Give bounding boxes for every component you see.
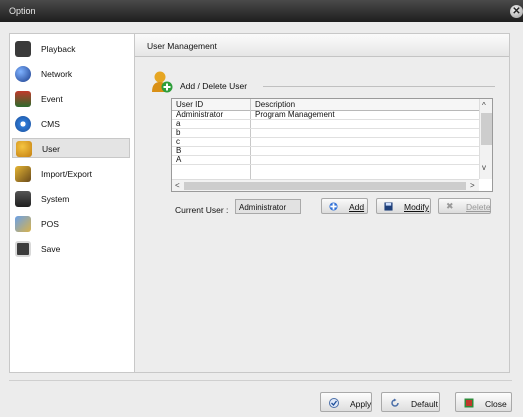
apply-button[interactable]: Apply	[320, 392, 372, 412]
cell-user-id: b	[176, 128, 181, 137]
add-button[interactable]: Add	[321, 198, 368, 214]
window-title: Option	[9, 6, 36, 16]
event-icon	[15, 91, 31, 107]
close-button[interactable]: Close	[455, 392, 512, 412]
horizontal-scrollbar[interactable]: < >	[172, 179, 479, 191]
sidebar: Playback Network Event CMS User Import/E…	[9, 33, 135, 373]
scroll-thumb[interactable]	[481, 113, 492, 145]
sidebar-item-network[interactable]: Network	[12, 64, 130, 84]
current-user-field: Administrator	[235, 199, 301, 214]
sidebar-item-cms[interactable]: CMS	[12, 114, 130, 134]
close-icon	[464, 398, 474, 408]
sidebar-item-label: Event	[41, 94, 63, 104]
footer-divider	[9, 380, 512, 381]
pos-icon	[15, 216, 31, 232]
default-label: Default	[411, 399, 438, 409]
sidebar-item-playback[interactable]: Playback	[12, 39, 130, 59]
default-icon	[391, 398, 399, 407]
sidebar-item-label: CMS	[41, 119, 60, 129]
close-window-button[interactable]: ✕	[510, 5, 523, 18]
table-row[interactable]: c	[172, 137, 479, 147]
panel-header: User Management	[135, 34, 509, 57]
scroll-down-icon[interactable]: v	[482, 163, 486, 172]
sidebar-item-system[interactable]: System	[12, 189, 130, 209]
cell-description: Program Management	[255, 110, 335, 119]
add-button-label: Add	[349, 202, 365, 212]
sidebar-item-label: System	[41, 194, 70, 204]
add-user-icon	[152, 71, 173, 93]
delete-icon: ✖	[446, 201, 454, 211]
modify-button[interactable]: Modify	[376, 198, 431, 214]
users-icon	[16, 141, 32, 157]
scroll-up-icon[interactable]: ^	[482, 101, 486, 110]
film-icon	[15, 41, 31, 57]
default-button[interactable]: Default	[381, 392, 440, 412]
globe-icon	[15, 66, 31, 82]
modify-icon	[384, 202, 393, 211]
gear-cms-icon	[15, 116, 31, 132]
sidebar-item-label: Network	[41, 69, 73, 79]
delete-button[interactable]: ✖ Delete	[438, 198, 491, 214]
column-header-user-id[interactable]: User ID	[176, 100, 203, 109]
scroll-right-icon[interactable]: >	[470, 181, 475, 190]
add-icon	[329, 202, 338, 211]
title-bar: Option ✕	[0, 0, 523, 22]
sidebar-item-import-export[interactable]: Import/Export	[12, 164, 130, 184]
import-export-icon	[15, 166, 31, 182]
scroll-thumb[interactable]	[184, 182, 466, 190]
table-row[interactable]: b	[172, 128, 479, 138]
save-icon	[15, 241, 31, 257]
table-row[interactable]: B	[172, 146, 479, 156]
cell-user-id: B	[176, 146, 182, 155]
cell-user-id: a	[176, 119, 181, 128]
system-icon	[15, 191, 31, 207]
sidebar-item-label: Import/Export	[41, 169, 93, 179]
sidebar-item-label: POS	[41, 219, 59, 229]
table-row[interactable]: Administrator Program Management	[172, 110, 479, 120]
sidebar-item-pos[interactable]: POS	[12, 214, 130, 234]
section-divider	[263, 86, 495, 87]
section-title: Add / Delete User	[180, 81, 248, 91]
cell-user-id: Administrator	[176, 110, 224, 119]
content-panel: User Management Add / Delete User User I…	[135, 33, 510, 373]
sidebar-item-label: Save	[41, 244, 61, 254]
vertical-scrollbar[interactable]: ^ v	[479, 99, 492, 179]
user-table[interactable]: User ID Description Administrator Progra…	[171, 98, 493, 192]
sidebar-item-event[interactable]: Event	[12, 89, 130, 109]
sidebar-item-user[interactable]: User	[12, 138, 130, 158]
cell-user-id: A	[176, 155, 182, 164]
apply-label: Apply	[350, 399, 372, 409]
table-row[interactable]: A	[172, 155, 479, 165]
scroll-left-icon[interactable]: <	[175, 181, 180, 190]
cell-user-id: c	[176, 137, 180, 146]
current-user-label: Current User :	[175, 205, 229, 215]
modify-button-label: Modify	[404, 202, 430, 212]
delete-button-label: Delete	[466, 202, 491, 212]
sidebar-item-label: User	[42, 144, 60, 154]
panel-title: User Management	[147, 41, 217, 51]
close-label: Close	[485, 399, 507, 409]
sidebar-item-save[interactable]: Save	[12, 239, 130, 259]
table-row[interactable]: a	[172, 119, 479, 129]
sidebar-item-label: Playback	[41, 44, 76, 54]
apply-icon	[329, 398, 339, 408]
column-header-description[interactable]: Description	[255, 100, 295, 109]
